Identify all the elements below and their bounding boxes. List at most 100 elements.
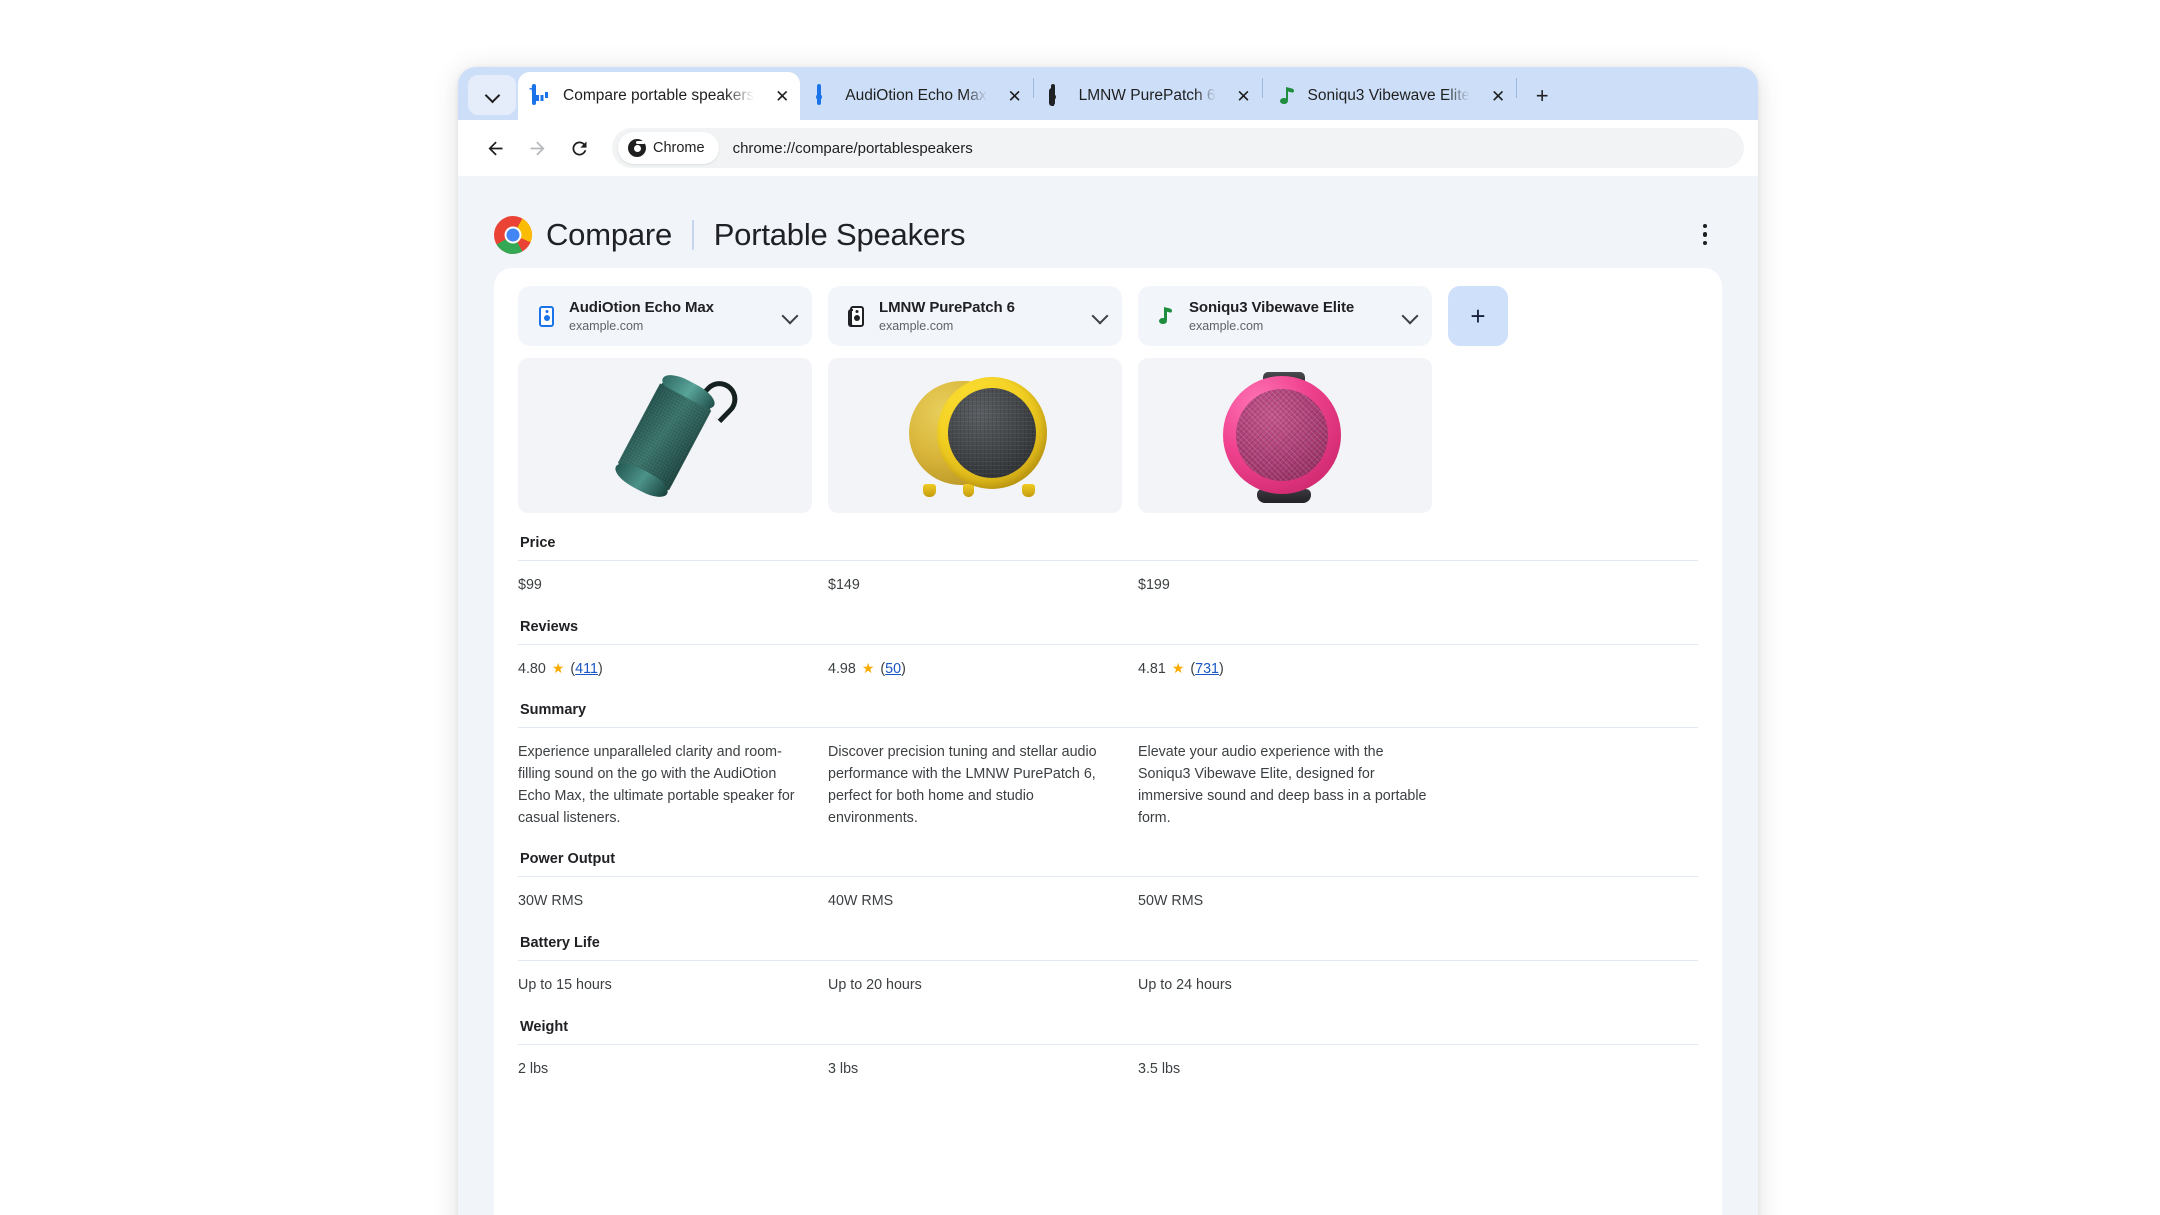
spec-label-power-output: Power Output (518, 829, 1698, 878)
reload-icon (571, 140, 586, 155)
spec-row-summary: Experience unparalleled clarity and room… (518, 728, 1698, 829)
reload-button[interactable] (560, 129, 598, 167)
tab-title: LMNW PurePatch 6 (1078, 87, 1216, 104)
arrow-right-icon (530, 141, 544, 155)
tab-audiotion-echo-max[interactable]: AudiOtion Echo Max ✕ (800, 72, 1032, 120)
spec-value: 4.98 ★ (50) (828, 659, 1122, 681)
product-image-2 (1138, 358, 1432, 513)
spec-label-battery-life: Battery Life (518, 913, 1698, 962)
new-tab-button[interactable]: + (1525, 79, 1559, 113)
comparison-card: AudiOtion Echo Max example.com LMNW Pure… (494, 268, 1722, 1215)
chevron-down-icon[interactable] (782, 308, 798, 324)
spec-value: Experience unparalleled clarity and room… (518, 744, 795, 826)
tab-close-button[interactable]: ✕ (1001, 82, 1029, 110)
spec-value: Up to 15 hours (518, 977, 612, 994)
tab-title: Soniqu3 Vibewave Elite (1307, 87, 1471, 104)
review-count-link[interactable]: 731 (1195, 661, 1219, 677)
product-image-0 (518, 358, 812, 513)
product-name: LMNW PurePatch 6 (879, 299, 1015, 316)
product-domain: example.com (879, 319, 954, 333)
compare-header: Compare Portable Speakers (458, 176, 1758, 268)
back-button[interactable] (476, 129, 514, 167)
review-count-link[interactable]: 50 (885, 661, 901, 677)
product-chip-2[interactable]: Soniqu3 Vibewave Elite example.com (1138, 286, 1432, 346)
title-divider (692, 219, 694, 250)
spec-row-reviews: 4.80 ★ (411) 4.98 ★ (50) 4.81 ★ (731) (518, 645, 1698, 681)
speaker-blue-icon (814, 84, 834, 106)
rating-score: 4.80 (518, 660, 546, 677)
product-name: Soniqu3 Vibewave Elite (1189, 299, 1355, 316)
tab-lmnw-purepatch-6[interactable]: LMNW PurePatch 6 ✕ (1034, 72, 1262, 120)
star-icon: ★ (1171, 659, 1185, 676)
tab-strip: + Compare portable speakers ✕ AudiOtion … (458, 67, 1758, 120)
pink-round-speaker-illustration (1223, 371, 1347, 503)
tab-title: AudiOtion Echo Max (845, 87, 987, 104)
music-note-green-icon (1277, 86, 1297, 106)
speaker-dark-icon (844, 305, 866, 328)
page-subtitle: Portable Speakers (713, 216, 966, 252)
spec-label-summary: Summary (518, 680, 1698, 729)
product-image-1 (828, 358, 1122, 513)
spec-label-weight: Weight (518, 997, 1698, 1045)
tab-close-button[interactable]: ✕ (1484, 82, 1512, 110)
address-bar[interactable]: Chrome chrome://compare/portablespeakers (612, 128, 1744, 168)
product-domain: example.com (569, 319, 644, 333)
spec-value: $149 (828, 577, 860, 593)
spec-value: 3 lbs (828, 1060, 859, 1077)
product-selector-row: AudiOtion Echo Max example.com LMNW Pure… (518, 286, 1698, 346)
spec-label-reviews: Reviews (518, 597, 1698, 645)
spec-value: Up to 24 hours (1138, 977, 1232, 994)
spec-value: 30W RMS (518, 893, 584, 910)
tab-close-button[interactable]: ✕ (1230, 82, 1258, 110)
page-content: Compare Portable Speakers AudiOtion Echo… (458, 176, 1758, 1215)
spec-value: 40W RMS (828, 893, 894, 910)
spec-row-power-output: 30W RMS 40W RMS 50W RMS (518, 877, 1698, 913)
screenshot-root: + Compare portable speakers ✕ AudiOtion … (0, 0, 2160, 1215)
more-vertical-icon[interactable] (1688, 218, 1722, 252)
star-icon: ★ (551, 659, 565, 676)
review-count-link[interactable]: 411 (575, 661, 598, 677)
chevron-down-icon[interactable] (1402, 308, 1418, 324)
speaker-blue-icon (534, 305, 556, 327)
product-chip-1[interactable]: LMNW PurePatch 6 example.com (828, 286, 1122, 346)
yellow-round-speaker-illustration (901, 373, 1049, 499)
spec-value: 50W RMS (1138, 893, 1204, 910)
product-domain: example.com (1189, 319, 1264, 333)
tab-search-button[interactable] (468, 75, 516, 115)
music-note-green-icon (1154, 305, 1176, 327)
chrome-chip-label: Chrome (653, 140, 705, 156)
chrome-scheme-chip[interactable]: Chrome (618, 132, 719, 164)
chrome-logo (494, 215, 532, 254)
speaker-dark-icon (1048, 84, 1068, 106)
spec-row-price: $99 $149 $199 (518, 561, 1698, 597)
chrome-logo-icon (628, 139, 646, 157)
arrow-left-icon (488, 141, 502, 155)
url-text: chrome://compare/portablespeakers (732, 139, 973, 157)
spec-row-weight: 2 lbs 3 lbs 3.5 lbs (518, 1045, 1698, 1081)
tab-soniqu3-vibewave-elite[interactable]: Soniqu3 Vibewave Elite ✕ (1263, 72, 1517, 120)
spec-value: $199 (1138, 577, 1170, 593)
tab-title: Compare portable speakers (563, 87, 755, 104)
product-chip-0[interactable]: AudiOtion Echo Max example.com (518, 286, 812, 346)
product-name: AudiOtion Echo Max (569, 299, 714, 316)
star-icon: ★ (861, 659, 875, 676)
forward-button[interactable] (518, 129, 556, 167)
spec-value: Discover precision tuning and stellar au… (828, 744, 1097, 826)
compare-chart-plus-icon: + (529, 83, 552, 106)
spec-row-battery-life: Up to 15 hours Up to 20 hours Up to 24 h… (518, 961, 1698, 997)
chevron-down-icon (486, 89, 499, 102)
rating-score: 4.98 (828, 660, 856, 677)
spec-value: 4.80 ★ (411) (518, 659, 812, 681)
browser-window: + Compare portable speakers ✕ AudiOtion … (458, 67, 1758, 1215)
tab-compare-portable-speakers[interactable]: + Compare portable speakers ✕ (518, 72, 801, 120)
teal-cylinder-speaker-illustration (571, 358, 760, 513)
spec-value: 2 lbs (518, 1060, 549, 1077)
spec-value: Elevate your audio experience with the S… (1138, 744, 1427, 826)
browser-toolbar: Chrome chrome://compare/portablespeakers (458, 120, 1758, 176)
tab-close-button[interactable]: ✕ (768, 82, 796, 110)
add-product-button[interactable]: + (1448, 286, 1508, 346)
spec-value: 3.5 lbs (1138, 1060, 1181, 1077)
tab-separator (1516, 77, 1518, 98)
chevron-down-icon[interactable] (1092, 308, 1108, 324)
page-title: Compare (546, 216, 673, 252)
